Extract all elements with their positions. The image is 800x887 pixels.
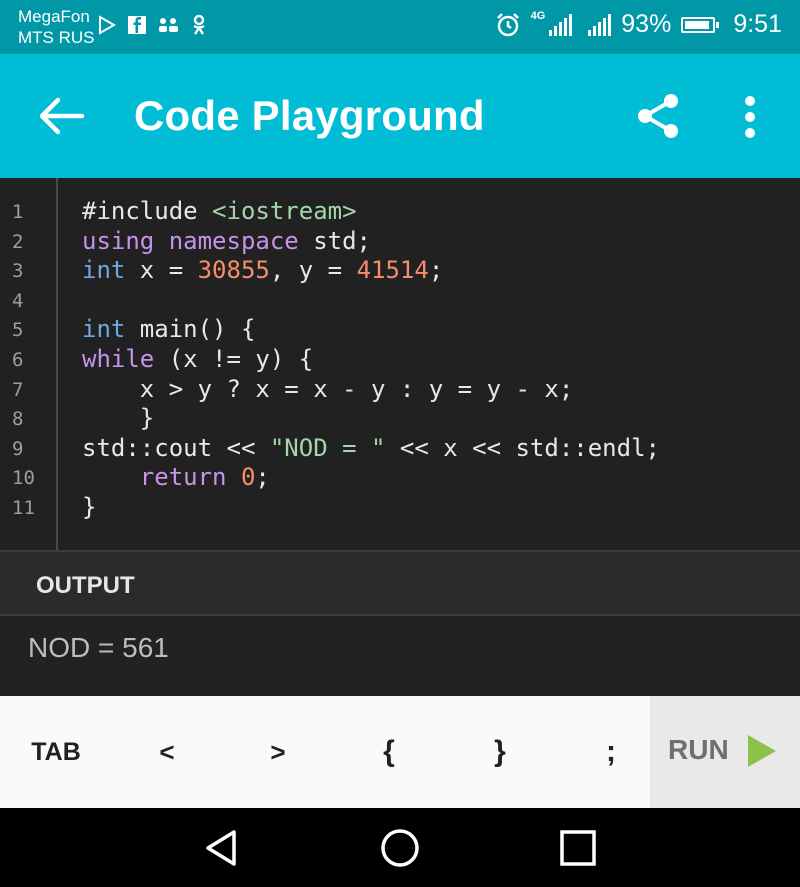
- alarm-icon: [496, 12, 519, 36]
- code-line: x > y ? x = x - y : y = y - x;: [82, 375, 573, 403]
- key-less-than[interactable]: <: [112, 696, 222, 808]
- code-token: ;: [428, 256, 444, 285]
- output-title: OUTPUT: [36, 572, 135, 599]
- signal-icon-2: [588, 13, 612, 36]
- code-token: #include: [82, 197, 213, 225]
- code-token: , y =: [269, 256, 357, 285]
- output-header: OUTPUT: [0, 550, 800, 616]
- code-token: x =: [125, 256, 198, 285]
- code-line: std::cout << "NOD = " << x << std::endl;: [82, 434, 660, 462]
- code-line: while (x != y) {: [82, 345, 313, 373]
- code-line: }: [82, 404, 154, 432]
- code-line: int x = 30855, y = 41514;: [82, 256, 443, 284]
- code-token: 41514: [356, 256, 429, 285]
- code-token: std;: [298, 226, 371, 255]
- share-icon[interactable]: [634, 92, 682, 140]
- carrier-2: MTS RUS: [18, 28, 95, 47]
- battery-icon: [681, 16, 720, 33]
- clock: 9:51: [733, 10, 782, 38]
- code-token: int: [82, 315, 126, 344]
- back-arrow-icon[interactable]: [34, 96, 88, 136]
- odnoklassniki-icon: [193, 14, 205, 35]
- code-line: using namespace std;: [82, 227, 371, 255]
- nav-back-icon[interactable]: [200, 826, 244, 870]
- symbol-key-bar: TAB < > { } ; RUN: [0, 696, 800, 808]
- code-token: <iostream>: [212, 197, 357, 225]
- line-number: 11: [12, 497, 35, 519]
- key-tab[interactable]: TAB: [0, 696, 112, 808]
- line-number: 9: [12, 437, 24, 460]
- code-token: 0: [240, 463, 256, 492]
- code-token: }: [82, 493, 97, 521]
- nav-recents-icon[interactable]: [556, 826, 600, 870]
- line-number: 3: [12, 260, 24, 283]
- code-token: x > y ? x = x - y : y = y - x;: [82, 374, 574, 403]
- output-panel: NOD = 561: [0, 616, 800, 696]
- battery-percent: 93%: [621, 10, 672, 38]
- signal-icon-1: [549, 13, 573, 36]
- code-token: std::cout <<: [82, 433, 270, 462]
- code-token: main() {: [125, 315, 256, 344]
- line-number: 6: [12, 349, 24, 371]
- carrier-info: MegaFon MTS RUS: [18, 6, 95, 48]
- code-line: #include <iostream>: [82, 197, 357, 225]
- code-line: }: [82, 493, 96, 521]
- carrier-1: MegaFon: [18, 7, 90, 26]
- code-editor[interactable]: 1 2 3 4 5 6 7 8 9 10 11 #include <iostream> using n…: [0, 178, 800, 550]
- code-token: return: [139, 463, 227, 492]
- network-type: 4G: [530, 10, 546, 22]
- code-token: ;: [255, 463, 270, 492]
- key-close-brace[interactable]: }: [444, 696, 556, 808]
- code-line: int main() {: [82, 315, 255, 343]
- status-bar: MegaFon MTS RUS 4G 93% 9:51: [0, 0, 800, 54]
- contacts-icon: [159, 18, 178, 32]
- facebook-icon: [128, 16, 146, 34]
- run-button[interactable]: RUN: [650, 696, 800, 808]
- key-open-brace[interactable]: {: [334, 696, 444, 808]
- system-nav-bar: [0, 808, 800, 887]
- line-number: 1: [12, 201, 24, 223]
- output-text: NOD = 561: [28, 632, 169, 663]
- page-title: Code Playground: [134, 92, 485, 139]
- line-number: 7: [12, 378, 24, 401]
- play-store-icon: [99, 15, 117, 35]
- code-token: using namespace: [82, 226, 299, 255]
- code-token: while: [82, 345, 155, 373]
- code-token: }: [82, 404, 155, 433]
- key-greater-than[interactable]: >: [222, 696, 334, 808]
- nav-home-icon[interactable]: [378, 826, 422, 870]
- line-number: 4: [12, 289, 24, 312]
- code-line: return 0;: [82, 463, 270, 491]
- line-number: 2: [12, 230, 24, 253]
- line-number: 5: [12, 319, 24, 342]
- line-number: 10: [12, 467, 35, 490]
- run-label: RUN: [668, 734, 729, 765]
- line-number-gutter: 1 2 3 4 5 6 7 8 9 10 11: [0, 178, 58, 550]
- code-token: int: [82, 256, 126, 285]
- code-token: "NOD = ": [269, 433, 386, 462]
- code-token: (x != y) {: [154, 345, 314, 373]
- app-bar: Code Playground: [0, 54, 800, 178]
- notification-icons: [97, 14, 207, 36]
- code-token: 30855: [197, 256, 270, 285]
- system-status: 4G 93% 9:51: [495, 10, 782, 39]
- line-number: 8: [12, 408, 24, 431]
- more-vert-icon[interactable]: [742, 94, 758, 140]
- code-token: << x << std::endl;: [385, 433, 660, 462]
- play-icon: [748, 735, 776, 767]
